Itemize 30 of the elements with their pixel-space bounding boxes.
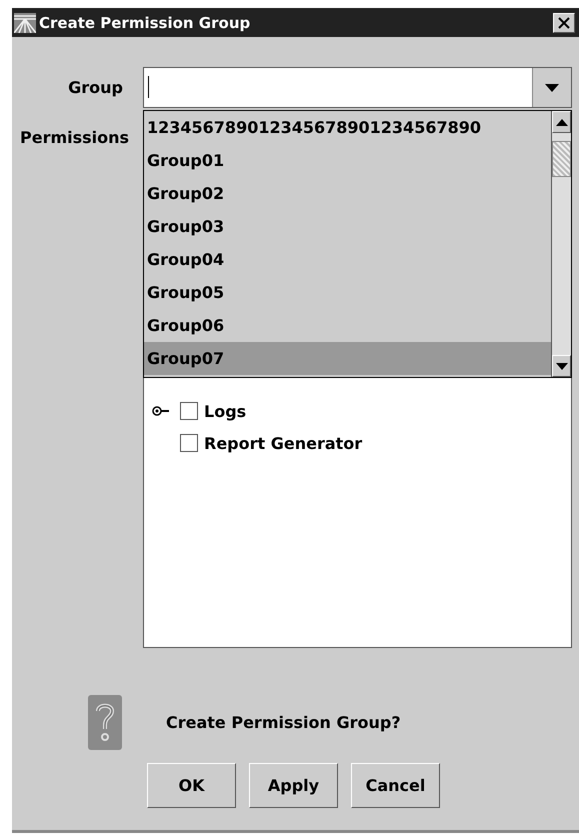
dropdown-item[interactable]: Group02 [144,177,551,210]
close-button[interactable] [553,12,575,32]
dropdown-item[interactable]: Group01 [144,144,551,177]
dropdown-item[interactable]: 123456789012345678901234567890 [144,111,551,144]
question-icon [88,695,122,750]
scroll-thumb[interactable] [552,141,571,177]
dropdown-item[interactable]: Group03 [144,210,551,243]
confirm-message: Create Permission Group? [166,713,401,732]
scroll-up-icon[interactable] [556,118,568,126]
expand-handle-icon[interactable] [152,406,170,416]
permissions-label: Permissions [19,128,130,149]
scroll-down-icon[interactable] [556,362,568,370]
checkbox[interactable] [180,402,198,420]
dialog-button[interactable]: Apply [249,763,338,808]
tree-item-label[interactable]: Report Generator [204,434,362,452]
window-title: Create Permission Group [39,14,250,32]
group-label: Group [67,77,124,99]
tree-item-label[interactable]: Logs [204,402,246,420]
dropdown-item[interactable]: Group04 [144,243,551,276]
checkbox[interactable] [180,434,198,452]
group-combo-box[interactable] [143,67,572,108]
scroll-bar[interactable] [551,111,571,377]
dropdown-item[interactable]: Group05 [144,276,551,309]
dialog-button[interactable]: Cancel [351,763,440,808]
dropdown-item[interactable]: Group07 [144,342,551,375]
dropdown-item[interactable]: Group06 [144,309,551,342]
app-icon [14,12,36,32]
close-icon [558,16,570,28]
caret-icon [545,84,559,92]
dialog-button[interactable]: OK [147,763,236,808]
